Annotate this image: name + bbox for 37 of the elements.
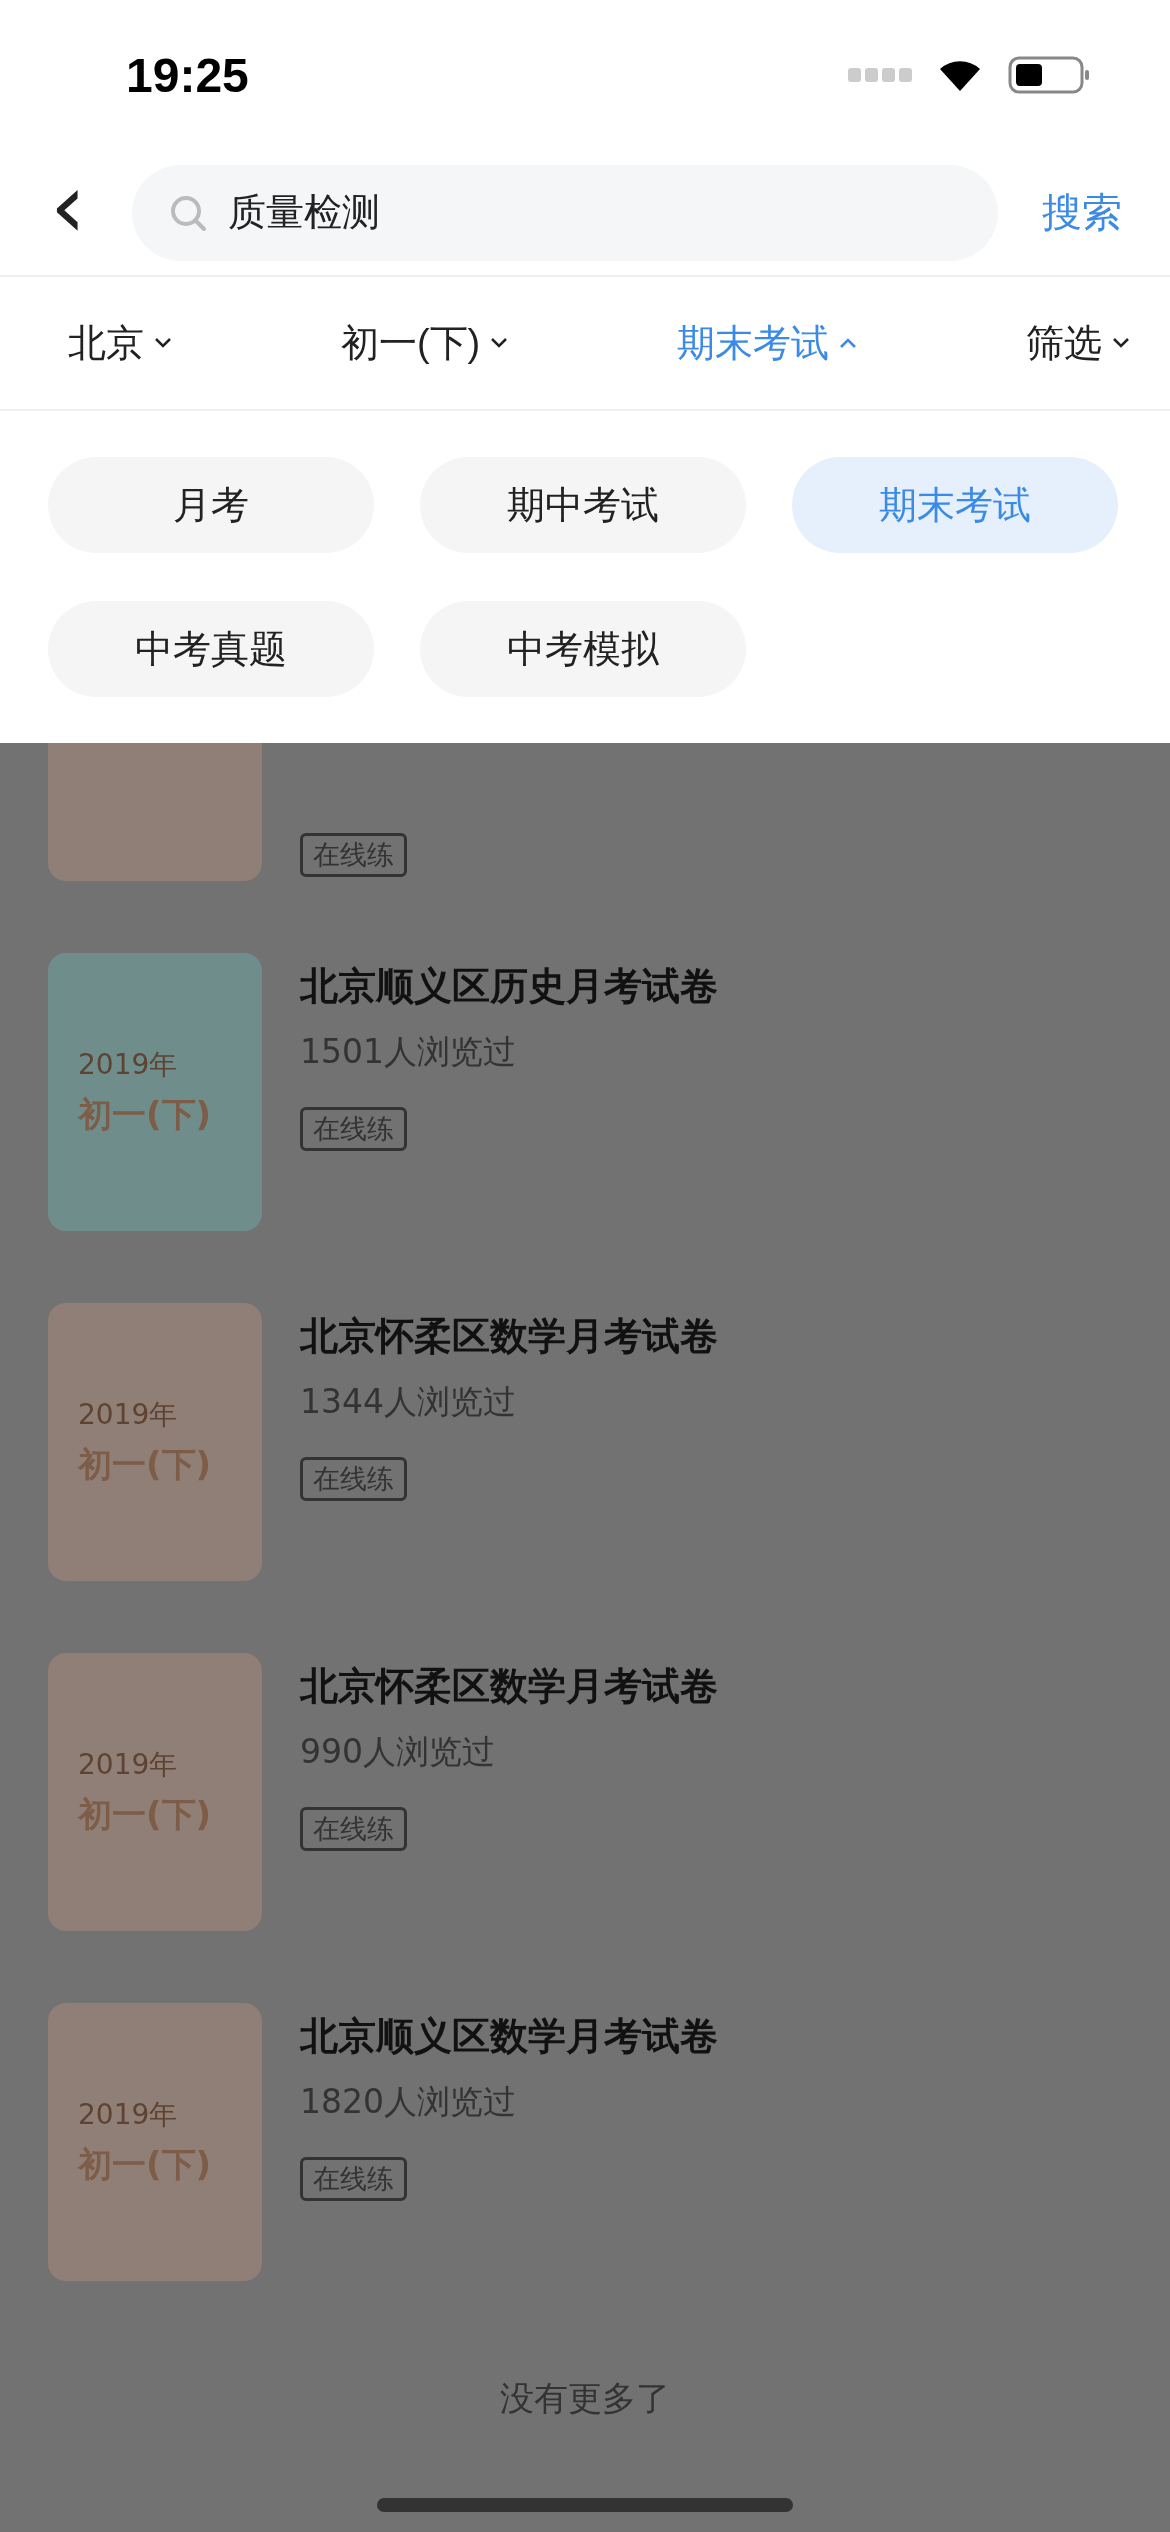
caret-up-icon (839, 337, 858, 349)
practice-tag: 在线练 (300, 1807, 407, 1851)
practice-tag: 在线练 (300, 833, 407, 877)
end-of-list-text: 没有更多了 (500, 2377, 670, 2420)
signal-icon (848, 68, 912, 82)
caret-down-icon (1112, 337, 1130, 349)
view-count: 1344人浏览过 (300, 1381, 517, 1423)
practice-tag: 在线练 (300, 1457, 407, 1501)
view-count: 1501人浏览过 (300, 1031, 517, 1073)
view-count: 1820人浏览过 (300, 2081, 517, 2123)
cover-year: 2019年 (78, 1747, 179, 1783)
search-button[interactable]: 搜索 (1034, 185, 1130, 240)
paper-title[interactable]: 北京顺义区历史月考试卷 (300, 961, 1122, 1012)
status-time: 19:25 (126, 47, 249, 103)
cover-grade: 初一(下) (78, 1093, 213, 1136)
caret-down-icon (154, 337, 172, 349)
practice-tag: 在线练 (300, 2157, 407, 2201)
view-count: 990人浏览过 (300, 1731, 496, 1773)
caret-down-icon (490, 337, 509, 349)
exam-type-option[interactable]: 期中考试 (420, 457, 746, 553)
filter-dropdown[interactable]: 筛选 (1026, 317, 1130, 369)
back-button[interactable]: ‹ (40, 160, 96, 265)
cover-year: 2019年 (78, 1047, 179, 1083)
cover-year: 2019年 (78, 2097, 179, 2133)
exam-type-option[interactable]: 中考真题 (48, 601, 374, 697)
search-field[interactable]: 质量检测 (132, 164, 998, 261)
cover-year: 2019年 (78, 1397, 179, 1433)
filter-dropdown[interactable]: 期末考试 (677, 317, 858, 369)
paper-title[interactable]: 北京顺义区数学月考试卷 (300, 2011, 1122, 2062)
exam-type-option[interactable]: 中考模拟 (420, 601, 746, 697)
filter-dropdown[interactable]: 北京 (68, 317, 172, 369)
paper-title[interactable]: 北京怀柔区数学月考试卷 (300, 1661, 1122, 1712)
paper-title[interactable]: 北京怀柔区数学月考试卷 (300, 1311, 1122, 1362)
battery-icon (1008, 56, 1090, 94)
filter-dropdown[interactable]: 初一(下) (340, 317, 509, 369)
practice-tag: 在线练 (300, 1107, 407, 1151)
exam-type-option[interactable]: 月考 (48, 457, 374, 553)
